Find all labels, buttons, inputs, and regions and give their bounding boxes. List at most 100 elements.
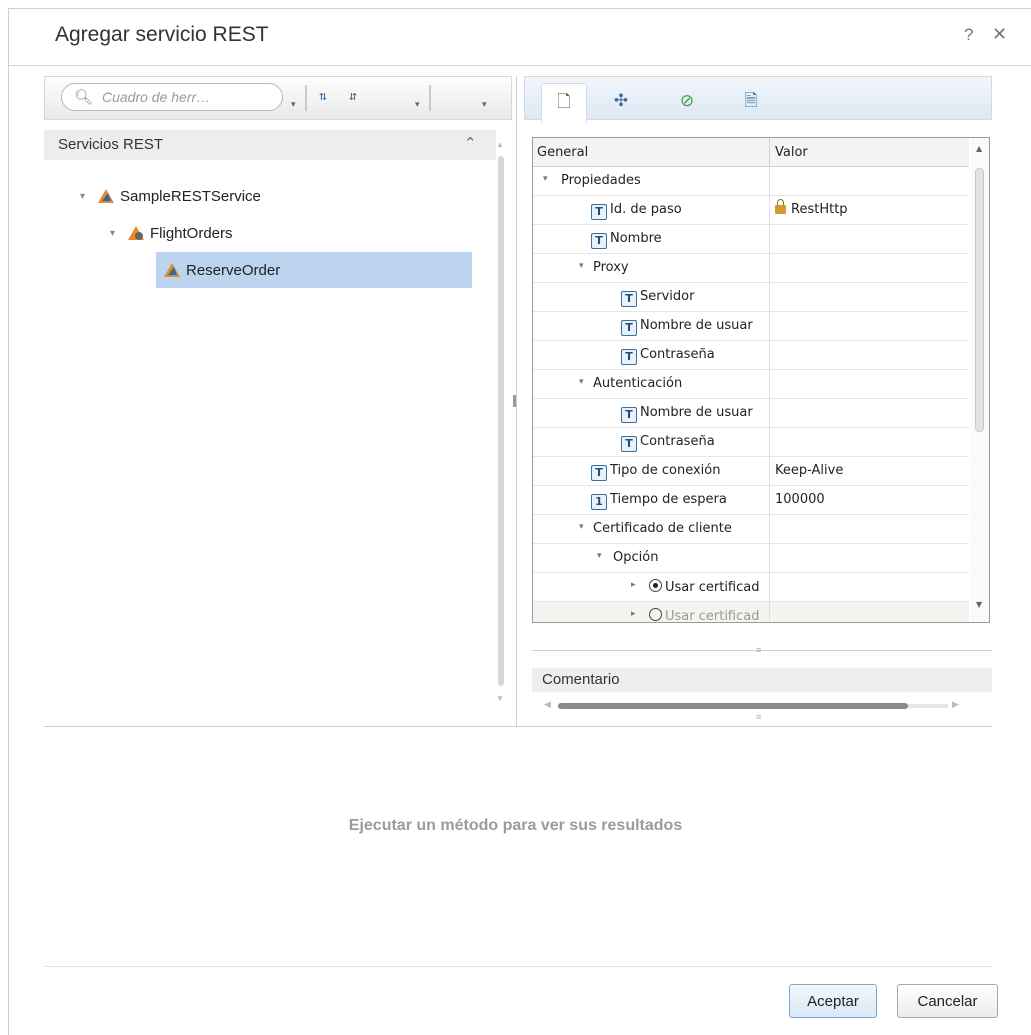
dialog-titlebar: Agregar servicio REST ? ✕ <box>9 9 1031 66</box>
text-type-icon: T <box>591 465 607 481</box>
property-name: Nombre de usuar <box>640 318 753 333</box>
scroll-left-icon[interactable]: ◀ <box>544 699 551 710</box>
collapse-icon[interactable]: ⌃ <box>464 134 477 152</box>
dialog-title: Agregar servicio REST <box>55 23 269 46</box>
ok-button[interactable]: Aceptar <box>789 984 877 1018</box>
services-panel-title: Servicios REST <box>58 136 164 153</box>
property-row[interactable]: T Servidor <box>533 283 969 312</box>
property-row[interactable]: ▾ Opción <box>533 544 969 573</box>
splitter-grip[interactable]: ≡ <box>756 645 761 655</box>
tree-node-samplerestservice[interactable]: ▾ SampleRESTService <box>80 181 261 211</box>
property-row[interactable]: ▾ Proxy <box>533 254 969 283</box>
rest-service-icon <box>98 189 114 203</box>
rest-method-icon <box>164 263 180 277</box>
properties-icon: 🗋 <box>557 92 571 111</box>
cancel-button[interactable]: Cancelar <box>897 984 998 1018</box>
search-icon: 🔍︎ <box>74 89 94 106</box>
property-name: Tiempo de espera <box>610 492 727 507</box>
property-row[interactable]: T Nombre de usuar <box>533 312 969 341</box>
expand-arrow-icon[interactable]: ▾ <box>579 261 584 271</box>
property-grid-header: General Valor <box>533 138 969 167</box>
property-grid: General Valor ▾ Propiedades T Id. de paso… <box>532 137 990 623</box>
property-name: Contraseña <box>640 347 715 362</box>
expand-arrow-icon[interactable]: ▾ <box>579 377 584 387</box>
help-icon[interactable]: ? <box>964 25 973 45</box>
property-row[interactable]: T Nombre <box>533 225 969 254</box>
horizontal-scrollbar-thumb[interactable] <box>558 703 908 709</box>
tree-node-flightorders[interactable]: ▾ FlightOrders <box>110 218 233 248</box>
text-type-icon: T <box>591 204 607 220</box>
property-row[interactable]: 1 Tiempo de espera 100000 <box>533 486 969 515</box>
splitter-grip[interactable]: ≡ <box>756 712 761 722</box>
splitter-grip[interactable] <box>513 395 516 407</box>
text-type-icon: T <box>621 291 637 307</box>
expand-arrow-icon[interactable]: ▾ <box>579 522 584 532</box>
scroll-right-icon[interactable]: ▶ <box>952 699 959 710</box>
scroll-up-icon[interactable]: ▲ <box>496 140 504 149</box>
services-scrollbar[interactable] <box>498 156 504 686</box>
results-placeholder: Ejecutar un método para ver sus resultad… <box>348 817 683 834</box>
sort-dropdown-caret-icon[interactable]: ▾ <box>415 99 420 110</box>
search-placeholder: Cuadro de herr… <box>102 89 211 105</box>
property-row[interactable]: T Contraseña <box>533 341 969 370</box>
tab-checkpoint[interactable]: ⊘ <box>665 83 709 121</box>
property-row[interactable]: T Nombre de usuar <box>533 399 969 428</box>
scroll-down-icon[interactable]: ▼ <box>496 694 504 703</box>
property-row[interactable]: T Id. de paso RestHttp <box>533 196 969 225</box>
vertical-splitter[interactable] <box>516 76 517 726</box>
sort-descending-icon[interactable]: ⇵ <box>349 89 357 104</box>
property-name: Propiedades <box>561 173 641 188</box>
search-dropdown-caret-icon[interactable]: ▾ <box>291 99 296 110</box>
property-row[interactable]: ▸ Usar certificad <box>533 573 969 602</box>
toolbar-separator <box>305 85 307 111</box>
scroll-up-icon[interactable]: ▲ <box>976 144 982 153</box>
property-value[interactable]: 100000 <box>775 492 825 507</box>
number-type-icon: 1 <box>591 494 607 510</box>
property-value: RestHttp <box>791 202 848 217</box>
horizontal-splitter[interactable] <box>532 650 992 651</box>
results-splitter[interactable] <box>44 726 992 727</box>
expand-arrow-icon[interactable]: ▾ <box>543 174 548 184</box>
expand-arrow-icon[interactable]: ▸ <box>631 609 636 619</box>
property-row[interactable]: ▾ Certificado de cliente <box>533 515 969 544</box>
property-name: Opción <box>613 550 659 565</box>
expand-arrow-icon[interactable]: ▾ <box>110 228 126 239</box>
sort-ascending-icon[interactable]: ⇅ <box>319 89 327 104</box>
property-name: Usar certificad <box>665 609 760 623</box>
property-name: Autenticación <box>593 376 683 391</box>
text-type-icon: T <box>621 320 637 336</box>
radio-unselected-icon[interactable] <box>649 608 662 621</box>
rest-resource-icon <box>128 226 144 240</box>
transform-icon: ✣ <box>613 91 629 110</box>
expand-arrow-icon[interactable]: ▾ <box>80 191 96 202</box>
tab-properties[interactable]: 🗋 <box>541 83 587 122</box>
scroll-down-icon[interactable]: ▼ <box>976 600 982 609</box>
property-value[interactable]: Keep-Alive <box>775 463 843 478</box>
expand-arrow-icon[interactable]: ▸ <box>631 580 636 590</box>
more-dropdown-caret-icon[interactable]: ▾ <box>482 99 487 110</box>
tree-node-label: ReserveOrder <box>186 261 281 279</box>
property-row[interactable]: ▸ Usar certificad <box>533 602 969 623</box>
scrollbar-thumb[interactable] <box>975 168 984 432</box>
text-type-icon: T <box>591 233 607 249</box>
property-name: Proxy <box>593 260 629 275</box>
expand-arrow-icon[interactable]: ▾ <box>597 551 602 561</box>
close-icon[interactable]: ✕ <box>992 24 1007 45</box>
tab-events[interactable]: 🗎 <box>729 83 773 121</box>
radio-selected-icon[interactable] <box>649 579 662 592</box>
tree-node-label: FlightOrders <box>150 224 233 242</box>
text-type-icon: T <box>621 349 637 365</box>
property-name: Nombre <box>610 231 662 246</box>
services-panel-header: Servicios REST ⌃ <box>44 130 496 160</box>
column-value: Valor <box>775 145 808 160</box>
tree-node-reserveorder[interactable]: ReserveOrder <box>156 252 472 288</box>
search-input[interactable]: 🔍︎ Cuadro de herr… <box>61 83 283 111</box>
property-row[interactable]: T Tipo de conexión Keep-Alive <box>533 457 969 486</box>
property-row[interactable]: ▾ Propiedades <box>533 167 969 196</box>
tab-transform[interactable]: ✣ <box>599 83 643 121</box>
property-row[interactable]: ▾ Autenticación <box>533 370 969 399</box>
property-row[interactable]: T Contraseña <box>533 428 969 457</box>
text-type-icon: T <box>621 436 637 452</box>
footer-divider <box>44 966 992 967</box>
lock-icon <box>775 199 786 214</box>
